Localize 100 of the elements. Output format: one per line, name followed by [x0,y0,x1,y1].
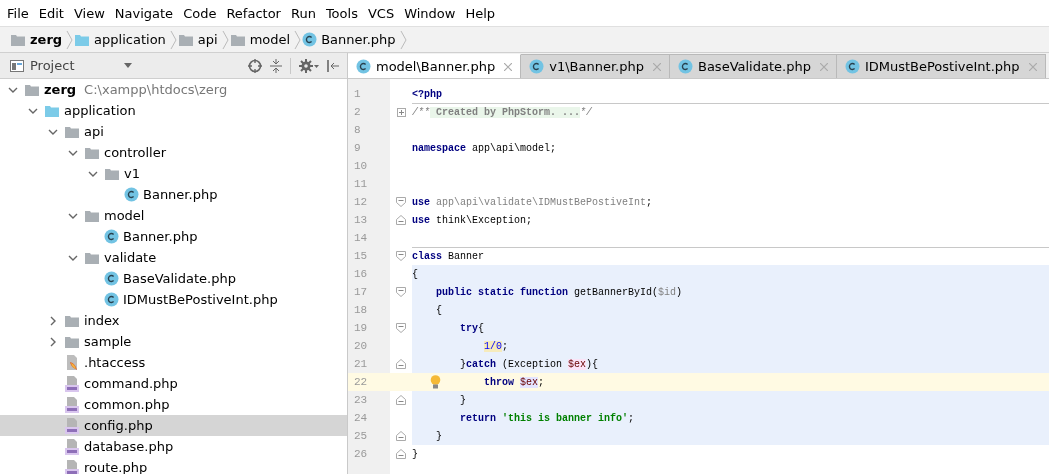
code-token: $ex [520,376,539,388]
tree-item[interactable]: IDMustBePostiveInt.php [123,292,278,307]
expand-fold-icon[interactable] [396,107,406,117]
code-token: class [412,251,442,262]
breadcrumb-item[interactable]: api [197,32,218,47]
tree-item[interactable]: config.php [84,418,153,433]
menu-item[interactable]: File [2,5,34,21]
menu-item[interactable]: Code [178,5,222,21]
tree-item[interactable]: validate [104,250,157,265]
menu-item[interactable]: Tools [320,5,363,21]
breadcrumb-item[interactable]: Banner.php [321,32,396,47]
fold-start-icon[interactable] [396,323,406,333]
fold-end-icon[interactable] [396,449,406,459]
code-token: ; [628,412,635,424]
breadcrumb-item[interactable]: zerg [30,32,63,47]
code-token: Created by PhpStorm. ... [430,107,581,118]
code-token: ){ [586,358,599,370]
menu-item[interactable]: Refactor [221,5,286,21]
code-token: namespace [412,142,466,154]
code-token: app\api\validate\IDMustBePostiveInt [435,196,647,208]
class-icon [529,59,545,74]
class-icon [844,59,860,74]
tree-item[interactable]: zerg [44,82,77,97]
expanded-chevron-icon[interactable] [68,149,78,156]
config-file-icon [64,354,80,371]
code-token: use [412,196,430,208]
expanded-chevron-icon[interactable] [48,128,58,135]
folder-icon [44,103,60,118]
dropdown-caret-icon [124,63,133,68]
tree-item[interactable]: application [64,103,136,118]
tree-item[interactable]: command.php [84,376,178,391]
code-token: return [460,412,496,424]
code-token: 'this is banner info' [501,412,629,424]
fold-end-icon[interactable] [396,215,406,225]
tree-item[interactable]: api [84,124,104,139]
code-token: try [460,322,478,334]
expanded-chevron-icon[interactable] [68,212,78,219]
class-icon [302,32,318,47]
lightbulb-icon[interactable] [430,375,441,389]
line-number: 25 [353,430,369,442]
fold-end-icon[interactable] [396,359,406,369]
folder-icon [74,32,91,47]
menu-item[interactable]: Run [285,5,321,21]
expanded-chevron-icon[interactable] [88,170,98,177]
php-file-icon [64,438,80,455]
expanded-chevron-icon[interactable] [8,86,18,93]
tree-item[interactable]: database.php [84,439,174,454]
tree-item[interactable]: .htaccess [84,355,146,370]
folder-icon [24,82,40,97]
class-icon [356,59,371,74]
folder-icon [84,145,100,160]
code-token: { [412,268,418,280]
code-token: ; [538,376,545,388]
tree-item[interactable]: v1 [124,166,140,181]
tree-item[interactable]: route.php [84,460,148,474]
php-file-icon [64,459,80,474]
expanded-chevron-icon[interactable] [28,107,38,114]
php-file-icon [64,417,80,434]
tree-item[interactable]: Banner.php [123,229,198,244]
code-token: app\api\model; [471,142,557,154]
collapsed-chevron-icon[interactable] [50,336,56,347]
close-icon[interactable] [504,62,513,71]
breadcrumb-item[interactable]: application [94,32,166,47]
line-number: 18 [353,304,369,316]
hide-panel-icon [327,58,339,73]
editor-tab[interactable]: IDMustBePostiveInt.php [836,54,1046,78]
class-icon [124,187,139,202]
folder-icon [104,166,120,181]
tree-item[interactable]: common.php [84,397,170,412]
panel-title[interactable]: Project [30,58,75,73]
fold-end-icon[interactable] [396,395,406,405]
fold-end-icon[interactable] [396,431,406,441]
tree-item[interactable]: Banner.php [143,187,218,202]
menu-item[interactable]: Edit [33,5,69,21]
tree-item[interactable]: index [84,313,120,328]
editor-tab[interactable]: model\Banner.php [348,54,522,78]
tree-item[interactable]: sample [84,334,132,349]
collapsed-chevron-icon[interactable] [50,315,56,326]
fold-start-icon[interactable] [396,251,406,261]
fold-start-icon[interactable] [396,197,406,207]
editor-tab[interactable]: v1\Banner.php [521,54,670,78]
menu-item[interactable]: Help [460,5,501,21]
menu-item[interactable]: Window [399,5,461,21]
line-number: 14 [353,232,369,244]
expanded-chevron-icon[interactable] [68,254,78,261]
menu-item[interactable]: View [68,5,110,21]
menu-item[interactable]: Navigate [109,5,179,21]
line-number: 15 [353,250,369,262]
tree-item[interactable]: BaseValidate.php [123,271,236,286]
editor-tab[interactable]: BaseValidate.php [670,54,837,78]
code-token: $id [658,286,677,298]
class-icon [678,59,693,74]
tree-item[interactable]: model [104,208,145,223]
menu-item[interactable]: VCS [362,5,400,21]
line-number: 16 [353,268,369,280]
breadcrumb-item[interactable]: model [249,32,291,47]
class-icon [104,292,119,307]
tree-item[interactable]: controller [104,145,167,160]
fold-start-icon[interactable] [396,287,406,297]
folder-icon [229,32,246,47]
